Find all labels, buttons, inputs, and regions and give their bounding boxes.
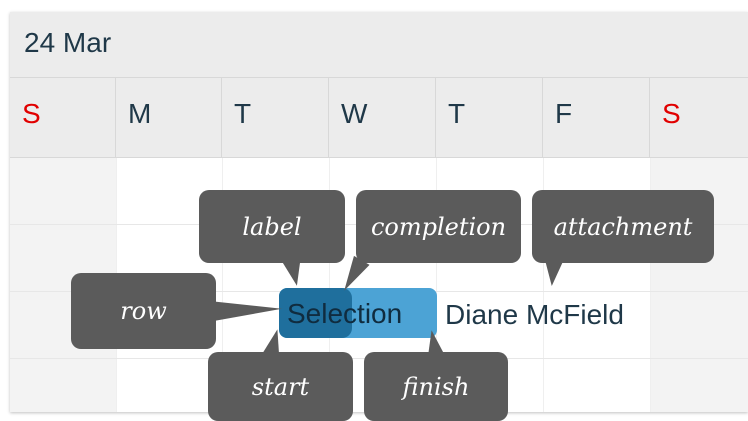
- label-callout: label: [199, 190, 345, 263]
- day-label-thursday: T: [448, 98, 466, 129]
- day-label-friday: F: [555, 98, 573, 129]
- day-header-wednesday: W: [329, 78, 436, 158]
- row-callout-pointer: [211, 298, 283, 322]
- day-header: S M T W T F S: [10, 78, 748, 158]
- attachment-callout: attachment: [532, 190, 714, 263]
- selection-task-bar[interactable]: Selection: [279, 288, 437, 338]
- finish-callout: finish: [364, 352, 508, 421]
- day-label-tuesday: T: [234, 98, 252, 129]
- month-header: 24 Mar: [10, 12, 748, 78]
- task-label: Selection: [287, 298, 403, 329]
- day-label-sunday: S: [22, 98, 41, 129]
- gantt-annotation-diagram: 24 Mar S M T W T F S Selection Diane McF…: [0, 0, 748, 421]
- task-attachment-label: Diane McField: [445, 299, 624, 330]
- day-label-monday: M: [128, 98, 152, 129]
- start-callout: start: [208, 352, 353, 421]
- day-header-sunday: S: [10, 78, 116, 158]
- day-header-saturday: S: [650, 78, 748, 158]
- day-header-monday: M: [116, 78, 222, 158]
- month-label: 24 Mar: [24, 27, 112, 58]
- day-label-saturday: S: [662, 98, 681, 129]
- day-header-thursday: T: [436, 78, 543, 158]
- row-callout: row: [71, 273, 216, 349]
- day-header-friday: F: [543, 78, 650, 158]
- completion-callout: completion: [356, 190, 521, 263]
- day-label-wednesday: W: [341, 98, 368, 129]
- day-header-tuesday: T: [222, 78, 329, 158]
